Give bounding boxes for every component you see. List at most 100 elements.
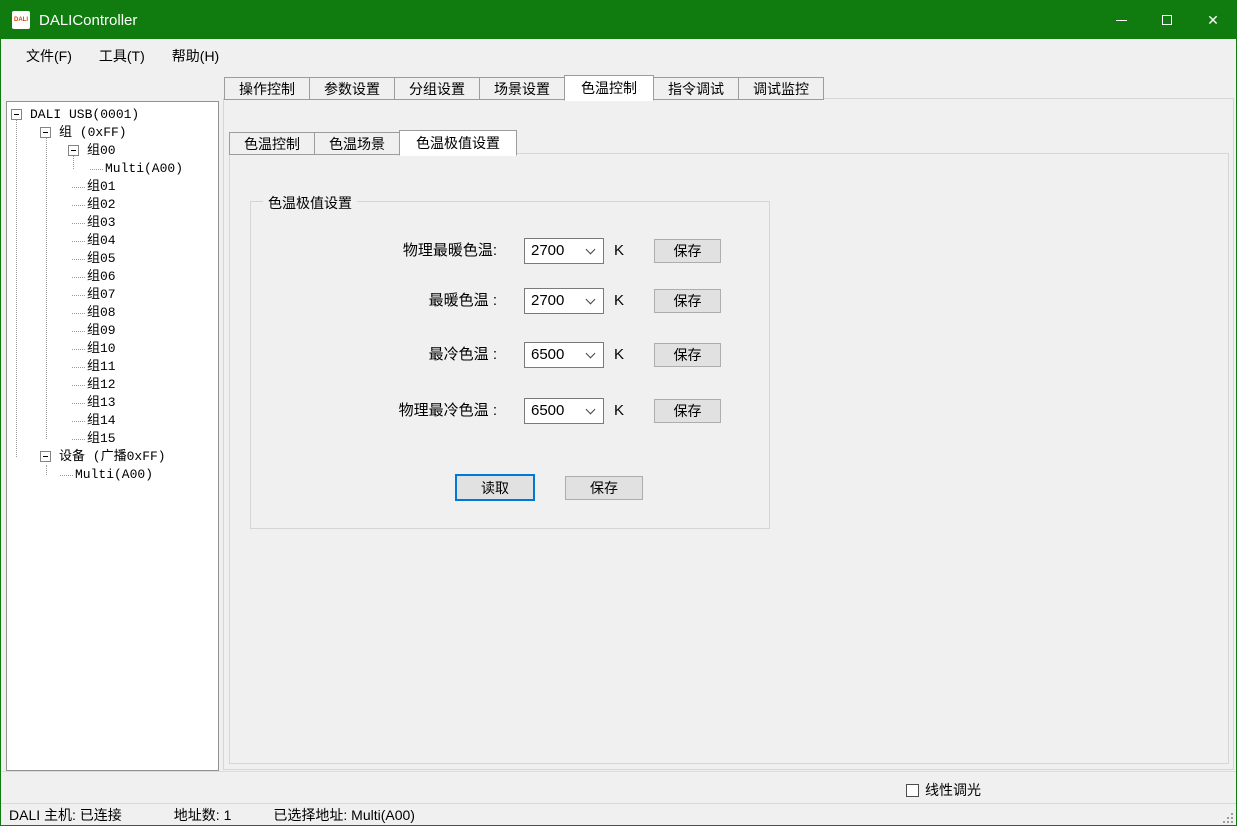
menu-file[interactable]: 文件(F) bbox=[13, 41, 85, 71]
tab-operation-control[interactable]: 操作控制 bbox=[224, 77, 310, 100]
tree-item-label: DALI USB(0001) bbox=[30, 106, 139, 124]
menubar: 文件(F) 工具(T) 帮助(H) bbox=[1, 39, 1236, 72]
tree-item-label: 组02 bbox=[87, 196, 116, 214]
tree-item[interactable]: 组14 bbox=[7, 412, 218, 430]
device-tree-panel: DALI USB(0001) 组 (0xFF) 组00 M bbox=[6, 101, 219, 771]
maximize-button[interactable] bbox=[1144, 1, 1190, 39]
collapse-icon[interactable] bbox=[40, 127, 51, 138]
save-button[interactable]: 保存 bbox=[654, 239, 721, 263]
tab-scene-settings[interactable]: 场景设置 bbox=[479, 77, 565, 100]
checkbox-icon[interactable] bbox=[906, 784, 919, 797]
tree-connector bbox=[72, 385, 85, 386]
sub-tab-page: 色温极值设置 物理最暖色温: 2700 K 保存 最暖色温 : 2700 bbox=[229, 153, 1229, 764]
tree-item[interactable]: Multi(A00) bbox=[7, 160, 218, 178]
tree-item[interactable]: 组09 bbox=[7, 322, 218, 340]
tree-connector bbox=[72, 331, 85, 332]
resize-grip-icon[interactable] bbox=[1223, 813, 1233, 823]
tree-item[interactable]: 组15 bbox=[7, 430, 218, 448]
tree-connector bbox=[72, 295, 85, 296]
chevron-down-icon[interactable] bbox=[586, 295, 596, 305]
tree-item[interactable]: 组01 bbox=[7, 178, 218, 196]
field-label: 最冷色温 : bbox=[429, 342, 497, 368]
tree-item-label: 组01 bbox=[87, 178, 116, 196]
tree-item[interactable]: 组08 bbox=[7, 304, 218, 322]
subtab-cct-control[interactable]: 色温控制 bbox=[229, 132, 315, 155]
tree-item[interactable]: 组11 bbox=[7, 358, 218, 376]
cct-limit-groupbox: 色温极值设置 物理最暖色温: 2700 K 保存 最暖色温 : 2700 bbox=[250, 201, 770, 529]
tree-item[interactable]: 组07 bbox=[7, 286, 218, 304]
tree-item-label: 组03 bbox=[87, 214, 116, 232]
tab-grouping-settings[interactable]: 分组设置 bbox=[394, 77, 480, 100]
collapse-icon[interactable] bbox=[68, 145, 79, 156]
groupbox-title: 色温极值设置 bbox=[263, 193, 357, 213]
tree-item[interactable]: DALI USB(0001) bbox=[7, 106, 218, 124]
tree-connector bbox=[72, 367, 85, 368]
tree-item[interactable]: 组04 bbox=[7, 232, 218, 250]
tree-item[interactable]: 设备 (广播0xFF) bbox=[7, 448, 218, 466]
tree-item[interactable]: 组06 bbox=[7, 268, 218, 286]
minimize-icon bbox=[1116, 20, 1127, 21]
warmest-cct-combobox[interactable]: 2700 bbox=[524, 288, 604, 314]
coolest-cct-combobox[interactable]: 6500 bbox=[524, 342, 604, 368]
tree-item[interactable]: 组00 bbox=[7, 142, 218, 160]
form-row-physical-coolest: 物理最冷色温 : 6500 K 保存 bbox=[251, 398, 769, 424]
tree-item[interactable]: 组12 bbox=[7, 376, 218, 394]
read-button[interactable]: 读取 bbox=[455, 474, 535, 501]
minimize-button[interactable] bbox=[1098, 1, 1144, 39]
menu-tools[interactable]: 工具(T) bbox=[86, 41, 158, 71]
tree-connector bbox=[72, 259, 85, 260]
tree-connector bbox=[72, 403, 85, 404]
app-window: DALI DALIController ✕ 文件(F) 工具(T) 帮助(H) … bbox=[0, 0, 1237, 826]
tree-connector bbox=[90, 169, 103, 170]
tab-cct-control[interactable]: 色温控制 bbox=[564, 75, 654, 101]
tree-item-label: 组 (0xFF) bbox=[59, 124, 127, 142]
save-all-button[interactable]: 保存 bbox=[565, 476, 643, 500]
combobox-value: 6500 bbox=[531, 343, 564, 367]
tree-item[interactable]: 组02 bbox=[7, 196, 218, 214]
collapse-icon[interactable] bbox=[11, 109, 22, 120]
physical-coolest-cct-combobox[interactable]: 6500 bbox=[524, 398, 604, 424]
main-tab-page: 色温控制 色温场景 色温极值设置 色温极值设置 物理最暖色温: 2700 K 保… bbox=[223, 98, 1234, 770]
status-selected-address: 已选择地址: Multi(A00) bbox=[273, 805, 415, 825]
tree-item-label: 组15 bbox=[87, 430, 116, 448]
tree-item-label: Multi(A00) bbox=[105, 160, 183, 178]
tree-item-label: 组12 bbox=[87, 376, 116, 394]
save-button[interactable]: 保存 bbox=[654, 343, 721, 367]
tree-item[interactable]: 组13 bbox=[7, 394, 218, 412]
tab-debug-monitor[interactable]: 调试监控 bbox=[738, 77, 824, 100]
subtab-cct-scene[interactable]: 色温场景 bbox=[314, 132, 400, 155]
physical-warmest-cct-combobox[interactable]: 2700 bbox=[524, 238, 604, 264]
save-button[interactable]: 保存 bbox=[654, 399, 721, 423]
tree-item[interactable]: 组05 bbox=[7, 250, 218, 268]
tree-item-label: 组00 bbox=[87, 142, 116, 160]
sub-tabstrip: 色温控制 色温场景 色温极值设置 bbox=[229, 130, 516, 155]
app-icon: DALI bbox=[12, 11, 30, 29]
save-button[interactable]: 保存 bbox=[654, 289, 721, 313]
tree-item[interactable]: Multi(A00) bbox=[7, 466, 218, 484]
menu-help[interactable]: 帮助(H) bbox=[159, 41, 232, 71]
tree-item-label: 组06 bbox=[87, 268, 116, 286]
status-host: DALI 主机: 已连接 bbox=[9, 805, 122, 825]
tree-item-label: 设备 (广播0xFF) bbox=[59, 448, 166, 466]
tree-item[interactable]: 组10 bbox=[7, 340, 218, 358]
linear-dimming-checkbox[interactable]: 线性调光 bbox=[906, 780, 981, 800]
statusbar: DALI 主机: 已连接 地址数: 1 已选择地址: Multi(A00) bbox=[1, 803, 1236, 826]
tree-item[interactable]: 组03 bbox=[7, 214, 218, 232]
chevron-down-icon[interactable] bbox=[586, 405, 596, 415]
app-icon-text: DALI bbox=[14, 17, 28, 23]
tree-item[interactable]: 组 (0xFF) bbox=[7, 124, 218, 142]
window-title: DALIController bbox=[39, 12, 137, 29]
form-row-warmest: 最暖色温 : 2700 K 保存 bbox=[251, 288, 769, 314]
chevron-down-icon[interactable] bbox=[586, 349, 596, 359]
field-label: 最暖色温 : bbox=[429, 288, 497, 314]
tree-item-label: 组04 bbox=[87, 232, 116, 250]
close-button[interactable]: ✕ bbox=[1190, 1, 1236, 39]
tab-parameter-settings[interactable]: 参数设置 bbox=[309, 77, 395, 100]
subtab-cct-limit-settings[interactable]: 色温极值设置 bbox=[399, 130, 517, 156]
form-row-physical-warmest: 物理最暖色温: 2700 K 保存 bbox=[251, 238, 769, 264]
tab-command-debug[interactable]: 指令调试 bbox=[653, 77, 739, 100]
collapse-icon[interactable] bbox=[40, 451, 51, 462]
window-controls: ✕ bbox=[1098, 1, 1236, 39]
footer-strip: 线性调光 bbox=[1, 771, 1236, 803]
chevron-down-icon[interactable] bbox=[586, 245, 596, 255]
